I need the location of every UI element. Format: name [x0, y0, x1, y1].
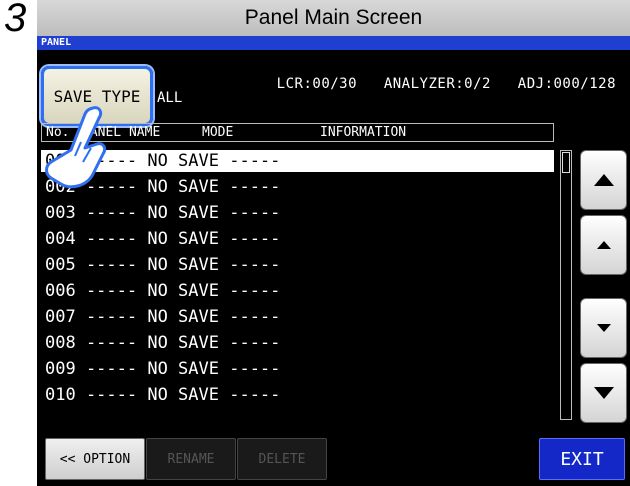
list-item[interactable]: 009 ----- NO SAVE ----- — [41, 358, 554, 380]
page-up-icon — [593, 174, 614, 186]
counters: LCR:00/30 ANALYZER:0/2 ADJ:000/128 — [277, 76, 616, 92]
lcr-counter: LCR:00/30 — [276, 76, 358, 92]
option-button[interactable]: << OPTION — [45, 438, 145, 480]
step-number: 3 — [4, 0, 27, 40]
page-title: Panel Main Screen — [37, 0, 630, 37]
list-item[interactable]: 007 ----- NO SAVE ----- — [41, 306, 554, 328]
col-mode: MODE — [202, 125, 234, 140]
exit-button[interactable]: EXIT — [539, 438, 625, 480]
list-scrollbar[interactable] — [560, 150, 572, 420]
line-down-button[interactable] — [580, 298, 627, 358]
list-item[interactable]: 006 ----- NO SAVE ----- — [41, 280, 554, 302]
save-type-value: ALL — [157, 90, 183, 106]
scrollbar-thumb[interactable] — [562, 152, 570, 173]
line-up-icon — [596, 241, 611, 249]
pointing-hand-icon — [45, 106, 107, 189]
col-information: INFORMATION — [320, 125, 407, 140]
page-up-button[interactable] — [580, 150, 627, 210]
page-down-button[interactable] — [580, 363, 627, 423]
rename-button: RENAME — [146, 438, 236, 480]
panel-label: PANEL — [37, 36, 630, 50]
list-item[interactable]: 010 ----- NO SAVE ----- — [41, 384, 554, 406]
adj-counter: ADJ:000/128 — [517, 76, 616, 92]
list-item[interactable]: 004 ----- NO SAVE ----- — [41, 228, 554, 250]
line-down-icon — [596, 324, 611, 332]
page-down-icon — [593, 387, 614, 399]
delete-button: DELETE — [237, 438, 327, 480]
list-item[interactable]: 005 ----- NO SAVE ----- — [41, 254, 554, 276]
list-item[interactable]: 003 ----- NO SAVE ----- — [41, 202, 554, 224]
analyzer-counter: ANALYZER:0/2 — [383, 76, 491, 92]
instrument-screen: PANEL SAVE TYPE ALL LCR:00/30 ANALYZER:0… — [37, 36, 630, 486]
line-up-button[interactable] — [580, 215, 627, 275]
list-item[interactable]: 008 ----- NO SAVE ----- — [41, 332, 554, 354]
